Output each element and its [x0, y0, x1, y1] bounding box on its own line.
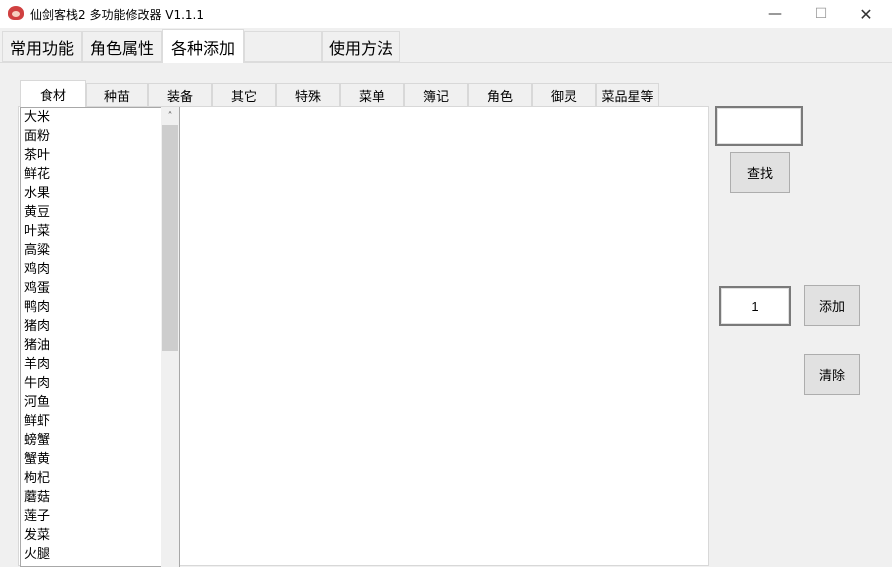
subtab-spirit[interactable]: 御灵 — [532, 83, 596, 106]
tab-character[interactable]: 角色属性 — [82, 31, 162, 62]
list-item[interactable]: 面粉 — [21, 127, 179, 146]
tab-add[interactable]: 各种添加 — [162, 29, 244, 63]
close-button[interactable]: ✕ — [843, 0, 889, 28]
list-item[interactable]: 大米 — [21, 108, 179, 127]
scroll-up-icon[interactable]: ˄ — [161, 108, 179, 125]
list-item[interactable]: 蟹黄 — [21, 450, 179, 469]
tab-common[interactable]: 常用功能 — [2, 31, 82, 62]
list-item[interactable]: 莲子 — [21, 507, 179, 526]
list-item[interactable]: 螃蟹 — [21, 431, 179, 450]
list-item[interactable]: 羊肉 — [21, 355, 179, 374]
list-item[interactable]: 鸡肉 — [21, 260, 179, 279]
tab-usage[interactable]: 使用方法 — [322, 31, 400, 62]
window-title: 仙剑客栈2 多功能修改器 V1.1.1 — [30, 8, 205, 22]
search-button[interactable]: 查找 — [730, 152, 790, 193]
list-item[interactable]: 黄豆 — [21, 203, 179, 222]
minimize-button[interactable]: — — [752, 0, 798, 28]
tab-blank — [244, 31, 322, 62]
subtab-equipment[interactable]: 装备 — [148, 83, 212, 106]
list-item[interactable]: 猪油 — [21, 336, 179, 355]
add-button[interactable]: 添加 — [804, 285, 860, 326]
clear-button[interactable]: 清除 — [804, 354, 860, 395]
list-item[interactable]: 枸杞 — [21, 469, 179, 488]
subtab-menu[interactable]: 菜单 — [340, 83, 404, 106]
list-item[interactable]: 鸭肉 — [21, 298, 179, 317]
list-item[interactable]: 水果 — [21, 184, 179, 203]
list-item[interactable]: 河鱼 — [21, 393, 179, 412]
subtab-ledger[interactable]: 簿记 — [404, 83, 468, 106]
list-item[interactable]: 鲜虾 — [21, 412, 179, 431]
list-item[interactable]: 猪肉 — [21, 317, 179, 336]
app-icon — [8, 6, 24, 20]
quantity-input[interactable] — [719, 286, 791, 326]
list-item[interactable]: 牛肉 — [21, 374, 179, 393]
list-item[interactable]: 火腿 — [21, 545, 179, 564]
list-item[interactable]: 蘑菇 — [21, 488, 179, 507]
search-input[interactable] — [715, 106, 803, 146]
maximize-button[interactable]: ☐ — [798, 0, 844, 28]
subtab-ingredients[interactable]: 食材 — [20, 80, 86, 107]
tab-divider — [0, 62, 892, 63]
list-item[interactable]: 发菜 — [21, 526, 179, 545]
item-listbox[interactable]: 大米 面粉 茶叶 鲜花 水果 黄豆 叶菜 高粱 鸡肉 鸡蛋 鸭肉 猪肉 猪油 羊… — [20, 107, 180, 567]
subtab-role[interactable]: 角色 — [468, 83, 532, 106]
subtab-special[interactable]: 特殊 — [276, 83, 340, 106]
list-item[interactable]: 高粱 — [21, 241, 179, 260]
list-item[interactable]: 鸡蛋 — [21, 279, 179, 298]
scrollbar-thumb[interactable] — [162, 125, 178, 351]
list-item[interactable]: 鲜花 — [21, 165, 179, 184]
list-item[interactable]: 叶菜 — [21, 222, 179, 241]
subtab-dish-stars[interactable]: 菜品星等 — [596, 83, 659, 106]
subtab-seedlings[interactable]: 种苗 — [86, 83, 148, 106]
subtab-other[interactable]: 其它 — [212, 83, 276, 106]
list-item[interactable]: 茶叶 — [21, 146, 179, 165]
